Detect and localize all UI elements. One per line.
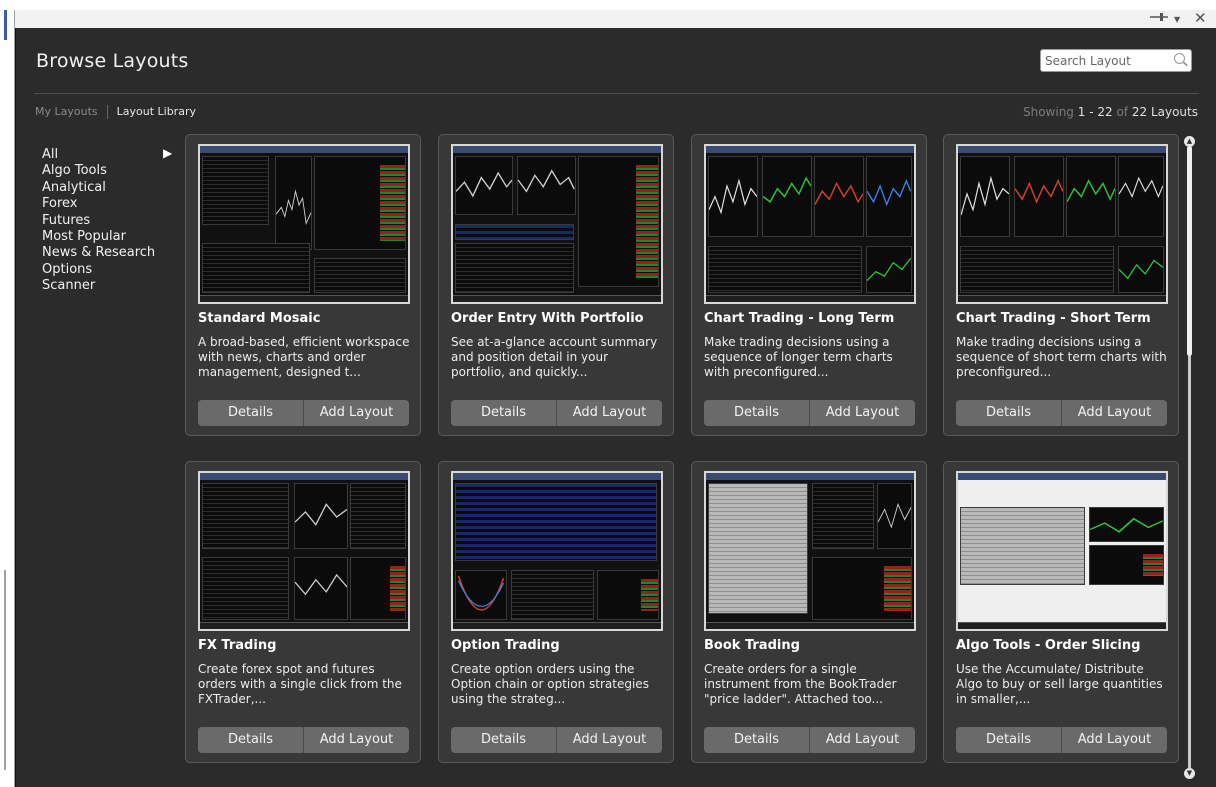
layout-card: Book Trading Create orders for a single … [691,461,927,763]
layout-title: FX Trading [198,638,277,653]
scrollbar-thumb[interactable] [1187,146,1192,356]
layout-tabs: My Layouts Layout Library [35,105,196,119]
layout-title: Chart Trading - Long Term [704,311,895,326]
layout-card: Standard Mosaic A broad-based, efficient… [185,134,421,436]
layout-title: Chart Trading - Short Term [956,311,1151,326]
layout-description: A broad-based, efficient workspace with … [198,335,410,379]
layout-preview-image [451,144,663,304]
search-box[interactable] [1040,49,1192,72]
details-button[interactable]: Details [451,400,556,426]
tab-my-layouts[interactable]: My Layouts [35,105,98,118]
card-actions: Details Add Layout [451,727,662,753]
layout-card: Algo Tools - Order Slicing Use the Accum… [943,461,1179,763]
card-actions: Details Add Layout [451,400,662,426]
layout-card: Option Trading Create option orders usin… [438,461,674,763]
add-layout-button[interactable]: Add Layout [303,727,409,753]
category-scanner[interactable]: Scanner [42,278,172,294]
layout-title: Standard Mosaic [198,311,321,326]
category-analytical[interactable]: Analytical [42,180,172,196]
layout-description: Make trading decisions using a sequence … [704,335,893,379]
add-layout-button[interactable]: Add Layout [1061,400,1167,426]
showing-of: of [1116,105,1129,119]
details-button[interactable]: Details [451,727,556,753]
layout-preview-image [451,471,663,631]
details-button[interactable]: Details [198,400,303,426]
layout-description: Create forex spot and futures orders wit… [198,662,402,706]
add-layout-button[interactable]: Add Layout [556,727,662,753]
tab-layout-library[interactable]: Layout Library [117,105,196,118]
add-layout-button[interactable]: Add Layout [809,400,915,426]
add-layout-button[interactable]: Add Layout [1061,727,1167,753]
card-actions: Details Add Layout [956,727,1167,753]
category-futures[interactable]: Futures [42,213,172,229]
details-button[interactable]: Details [956,727,1061,753]
browse-layouts-dialog: Browse Layouts My LayoutsLayout Library … [15,28,1216,787]
window-titlebar: ▼ ✕ [15,10,1216,29]
details-button[interactable]: Details [198,727,303,753]
card-actions: Details Add Layout [704,400,915,426]
showing-prefix: Showing [1022,105,1074,119]
category-news-research[interactable]: News & Research [42,245,172,261]
category-algo-tools[interactable]: Algo Tools [42,163,172,179]
layout-description: Create orders for a single instrument fr… [704,662,897,706]
showing-range: 1 - 22 [1077,105,1113,119]
header-divider [34,93,1199,94]
scroll-up-icon[interactable]: ▲ [1184,136,1195,147]
layout-title: Book Trading [704,638,800,653]
layout-preview-image [704,471,916,631]
add-layout-button[interactable]: Add Layout [809,727,915,753]
search-input[interactable] [1041,50,1165,72]
page-title: Browse Layouts [36,50,189,72]
category-forex[interactable]: Forex [42,196,172,212]
layout-preview-image [956,471,1168,631]
scroll-down-icon[interactable]: ▼ [1184,768,1195,779]
vertical-scrollbar[interactable]: ▲ ▼ [1182,136,1197,779]
layout-preview-image [956,144,1168,304]
background-window-edge [0,10,15,787]
category-all[interactable]: All [42,147,172,163]
layout-title: Algo Tools - Order Slicing [956,638,1141,653]
layout-preview-image [704,144,916,304]
layout-description: Create option orders using the Option ch… [451,662,649,706]
chevron-down-icon[interactable]: ▼ [1174,12,1180,28]
layout-preview-image [198,471,410,631]
add-layout-button[interactable]: Add Layout [303,400,409,426]
layout-card: Chart Trading - Long Term Make trading d… [691,134,927,436]
layout-card: Chart Trading - Short Term Make trading … [943,134,1179,436]
card-actions: Details Add Layout [198,400,409,426]
tab-separator [106,105,108,119]
search-icon[interactable] [1174,53,1185,64]
category-list: All Algo Tools Analytical Forex Futures … [42,146,173,295]
details-button[interactable]: Details [704,400,809,426]
layout-card: FX Trading Create forex spot and futures… [185,461,421,763]
add-layout-button[interactable]: Add Layout [556,400,662,426]
pin-icon[interactable] [1150,11,1168,28]
details-button[interactable]: Details [956,400,1061,426]
results-count: Showing 1 - 22 of 22 Layouts [1023,105,1198,119]
card-actions: Details Add Layout [198,727,409,753]
layout-preview-image [198,144,410,304]
category-most-popular[interactable]: Most Popular [42,229,172,245]
details-button[interactable]: Details [704,727,809,753]
window-top-edge [0,0,1216,10]
card-actions: Details Add Layout [704,727,915,753]
card-actions: Details Add Layout [956,400,1167,426]
layout-title: Option Trading [451,638,560,653]
category-options[interactable]: Options [42,262,172,278]
showing-total: 22 Layouts [1131,105,1198,119]
layout-description: Use the Accumulate/ Distribute Algo to b… [956,662,1163,706]
layout-description: Make trading decisions using a sequence … [956,335,1167,379]
close-icon[interactable]: ✕ [1194,10,1207,26]
layout-card: Order Entry With Portfolio See at-a-glan… [438,134,674,436]
selected-arrow-icon: ▶ [163,146,173,160]
layout-description: See at-a-glance account summary and posi… [451,335,658,379]
layout-title: Order Entry With Portfolio [451,311,644,326]
